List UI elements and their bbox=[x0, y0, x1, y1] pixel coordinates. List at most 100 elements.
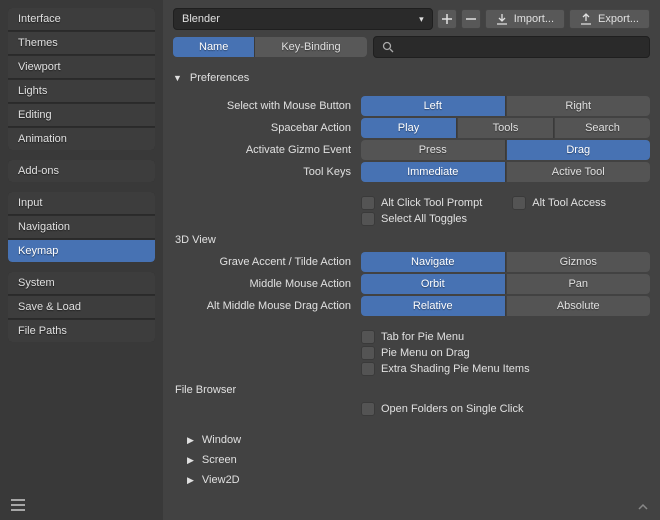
checkbox-extra-shading-pie-menu-items[interactable]: Extra Shading Pie Menu Items bbox=[361, 362, 530, 376]
checkbox-icon bbox=[361, 196, 375, 210]
sidebar-item-themes[interactable]: Themes bbox=[8, 32, 155, 55]
preferences-header[interactable]: ▼ Preferences bbox=[173, 68, 650, 88]
tree-item-screen[interactable]: ▶Screen bbox=[173, 450, 650, 470]
checks-block-3: Open Folders on Single Click bbox=[173, 402, 650, 416]
checkbox-tab-for-pie-menu[interactable]: Tab for Pie Menu bbox=[361, 330, 464, 344]
disclosure-right-icon: ▶ bbox=[187, 435, 194, 446]
pref-label: Middle Mouse Action bbox=[173, 278, 361, 290]
toggle-tools[interactable]: Tools bbox=[458, 118, 554, 138]
toggle-group: NavigateGizmos bbox=[361, 252, 650, 272]
sidebar-item-add-ons[interactable]: Add-ons bbox=[8, 160, 155, 182]
checkbox-label: Open Folders on Single Click bbox=[381, 403, 523, 415]
checkbox-pie-menu-on-drag[interactable]: Pie Menu on Drag bbox=[361, 346, 470, 360]
toggle-right[interactable]: Right bbox=[507, 96, 651, 116]
toggle-group: PlayToolsSearch bbox=[361, 118, 650, 138]
sidebar-item-file-paths[interactable]: File Paths bbox=[8, 320, 155, 342]
disclosure-right-icon: ▶ bbox=[187, 475, 194, 486]
toggle-search[interactable]: Search bbox=[555, 118, 650, 138]
pref-row: Select with Mouse ButtonLeftRight bbox=[173, 96, 650, 116]
pref-label: Select with Mouse Button bbox=[173, 100, 361, 112]
search-icon bbox=[382, 41, 394, 53]
hamburger-menu[interactable] bbox=[10, 498, 26, 512]
filter-row: Name Key-Binding bbox=[173, 36, 650, 58]
pref-label: Tool Keys bbox=[173, 166, 361, 178]
pref-row: Activate Gizmo EventPressDrag bbox=[173, 140, 650, 160]
sidebar-item-animation[interactable]: Animation bbox=[8, 128, 155, 150]
chevron-down-icon: ▾ bbox=[419, 14, 424, 25]
toggle-left[interactable]: Left bbox=[361, 96, 506, 116]
import-button[interactable]: Import... bbox=[485, 9, 565, 29]
sidebar-item-lights[interactable]: Lights bbox=[8, 80, 155, 103]
preferences-title: Preferences bbox=[190, 72, 249, 84]
checkbox-alt-click-tool-prompt[interactable]: Alt Click Tool Prompt bbox=[361, 196, 482, 210]
checkbox-label: Alt Tool Access bbox=[532, 197, 606, 209]
export-label: Export... bbox=[598, 13, 639, 25]
pref-label: Spacebar Action bbox=[173, 122, 361, 134]
remove-preset-button[interactable] bbox=[461, 9, 481, 29]
pref-row: Middle Mouse ActionOrbitPan bbox=[173, 274, 650, 294]
sidebar-item-editing[interactable]: Editing bbox=[8, 104, 155, 127]
toggle-pan[interactable]: Pan bbox=[507, 274, 651, 294]
tree-item-view2d[interactable]: ▶ View2D bbox=[173, 470, 650, 490]
toggle-group: OrbitPan bbox=[361, 274, 650, 294]
checks-block-2: Tab for Pie Menu Pie Menu on Drag Extra Sh… bbox=[173, 330, 650, 376]
sidebar-item-save-load[interactable]: Save & Load bbox=[8, 296, 155, 319]
hamburger-icon bbox=[10, 498, 26, 512]
toggle-group: RelativeAbsolute bbox=[361, 296, 650, 316]
checkbox-open-folders-on-single-click[interactable]: Open Folders on Single Click bbox=[361, 402, 523, 416]
filter-name-button[interactable]: Name bbox=[173, 37, 255, 57]
sidebar-item-input[interactable]: Input bbox=[8, 192, 155, 215]
export-icon bbox=[580, 13, 592, 25]
tree-label: View2D bbox=[202, 474, 240, 486]
preset-dropdown[interactable]: Blender ▾ bbox=[173, 8, 433, 30]
checkbox-icon bbox=[361, 402, 375, 416]
preferences-block-2: Grave Accent / Tilde ActionNavigateGizmo… bbox=[173, 252, 650, 316]
toggle-immediate[interactable]: Immediate bbox=[361, 162, 506, 182]
main-panel: Blender ▾ Import... Export... Name Key-B… bbox=[163, 0, 660, 520]
checkbox-label: Tab for Pie Menu bbox=[381, 331, 464, 343]
add-preset-button[interactable] bbox=[437, 9, 457, 29]
tree-label: Screen bbox=[202, 454, 237, 466]
checkbox-icon bbox=[361, 212, 375, 226]
save-prefs-button[interactable] bbox=[636, 500, 650, 514]
check-row: Pie Menu on Drag bbox=[173, 346, 650, 360]
check-row: Open Folders on Single Click bbox=[173, 402, 650, 416]
pref-row: Alt Middle Mouse Drag ActionRelativeAbso… bbox=[173, 296, 650, 316]
checks-block-1: Alt Click Tool Prompt Alt Tool Access Sele… bbox=[173, 196, 650, 226]
checkbox-select-all-toggles[interactable]: Select All Toggles bbox=[361, 212, 467, 226]
disclosure-down-icon: ▼ bbox=[173, 73, 182, 83]
search-input[interactable] bbox=[373, 36, 650, 58]
pref-label: Alt Middle Mouse Drag Action bbox=[173, 300, 361, 312]
toggle-orbit[interactable]: Orbit bbox=[361, 274, 506, 294]
preferences-block-1: Select with Mouse ButtonLeftRightSpaceba… bbox=[173, 96, 650, 182]
sidebar: InterfaceThemesViewportLightsEditingAnim… bbox=[0, 0, 163, 520]
toggle-gizmos[interactable]: Gizmos bbox=[507, 252, 651, 272]
preset-row: Blender ▾ Import... Export... bbox=[173, 8, 650, 30]
toggle-absolute[interactable]: Absolute bbox=[507, 296, 651, 316]
sidebar-item-interface[interactable]: Interface bbox=[8, 8, 155, 31]
filter-keybinding-button[interactable]: Key-Binding bbox=[255, 37, 366, 57]
export-button[interactable]: Export... bbox=[569, 9, 650, 29]
tree-item-window[interactable]: ▶Window bbox=[173, 430, 650, 450]
sidebar-item-viewport[interactable]: Viewport bbox=[8, 56, 155, 79]
sidebar-item-system[interactable]: System bbox=[8, 272, 155, 295]
checkbox-alt-tool-access[interactable]: Alt Tool Access bbox=[512, 196, 606, 210]
sidebar-item-keymap[interactable]: Keymap bbox=[8, 240, 155, 262]
toggle-play[interactable]: Play bbox=[361, 118, 457, 138]
pref-label: Grave Accent / Tilde Action bbox=[173, 256, 361, 268]
sidebar-item-navigation[interactable]: Navigation bbox=[8, 216, 155, 239]
toggle-group: PressDrag bbox=[361, 140, 650, 160]
pref-row: Tool KeysImmediateActive Tool bbox=[173, 162, 650, 182]
toggle-drag[interactable]: Drag bbox=[507, 140, 651, 160]
import-icon bbox=[496, 13, 508, 25]
toggle-navigate[interactable]: Navigate bbox=[361, 252, 506, 272]
checkbox-icon bbox=[361, 362, 375, 376]
check-row: Alt Click Tool Prompt Alt Tool Access bbox=[173, 196, 650, 210]
checkbox-label: Alt Click Tool Prompt bbox=[381, 197, 482, 209]
checkbox-icon bbox=[361, 330, 375, 344]
toggle-active-tool[interactable]: Active Tool bbox=[507, 162, 651, 182]
checkbox-icon bbox=[361, 346, 375, 360]
toggle-press[interactable]: Press bbox=[361, 140, 506, 160]
toggle-relative[interactable]: Relative bbox=[361, 296, 506, 316]
toggle-group: LeftRight bbox=[361, 96, 650, 116]
